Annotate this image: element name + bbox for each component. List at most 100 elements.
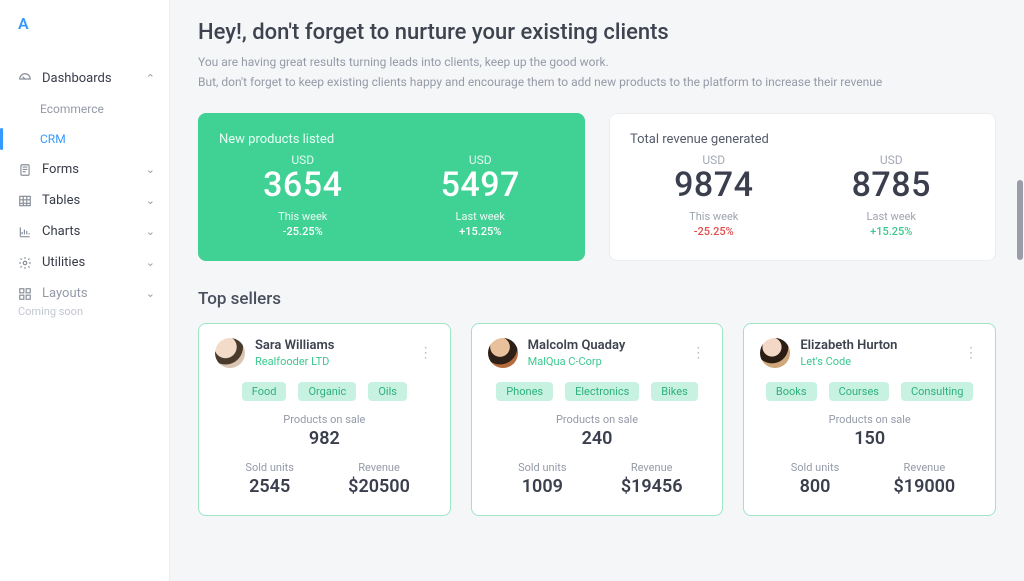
tag[interactable]: Oils: [368, 382, 407, 401]
seller-name: Elizabeth Hurton: [800, 338, 897, 353]
sidebar-sub-crm[interactable]: CRM: [0, 124, 169, 154]
form-icon: [18, 163, 32, 177]
metric-label: Sold units: [760, 461, 869, 474]
stats-row: New products listed USD 3654 This week -…: [198, 113, 996, 261]
stat-period: This week: [219, 210, 387, 223]
chevron-down-icon: ⌄: [146, 287, 155, 300]
stat-delta: -25.25%: [219, 225, 387, 238]
stat-delta: -25.25%: [630, 225, 798, 238]
seller-card: Sara Williams Realfooder LTD ⋮ Food Orga…: [198, 323, 451, 516]
gear-icon: [18, 256, 32, 270]
sidebar-item-dashboards[interactable]: Dashboards ⌃: [0, 63, 169, 94]
stat-value: 5497: [397, 167, 565, 204]
seller-org: Let's Code: [800, 355, 897, 368]
card-total-revenue: Total revenue generated USD 9874 This we…: [609, 113, 996, 261]
seller-card: Malcolm Quaday MalQua C-Corp ⋮ Phones El…: [471, 323, 724, 516]
metric-label: Revenue: [597, 461, 706, 474]
sidebar-item-layouts[interactable]: Layouts ⌄: [0, 278, 169, 309]
chart-icon: [18, 225, 32, 239]
scrollbar[interactable]: [1017, 180, 1023, 260]
metric-products: 150: [760, 428, 979, 449]
main-content: Hey!, don't forget to nurture your exist…: [170, 0, 1024, 581]
page-subhead-1: You are having great results turning lea…: [198, 53, 996, 71]
sidebar-item-label: Tables: [42, 193, 80, 208]
seller-tags: Phones Electronics Bikes: [488, 382, 707, 401]
seller-tags: Food Organic Oils: [215, 382, 434, 401]
sidebar-sub-ecommerce[interactable]: Ecommerce: [0, 94, 169, 124]
more-menu-icon[interactable]: ⋮: [691, 350, 706, 357]
seller-card: Elizabeth Hurton Let's Code ⋮ Books Cour…: [743, 323, 996, 516]
page-headline: Hey!, don't forget to nurture your exist…: [198, 20, 996, 45]
chevron-down-icon: ⌄: [146, 163, 155, 176]
metric-revenue: $19000: [870, 476, 979, 497]
stat-period: Last week: [808, 210, 976, 223]
tag[interactable]: Books: [766, 382, 817, 401]
top-sellers-row: Sara Williams Realfooder LTD ⋮ Food Orga…: [198, 323, 996, 516]
sidebar-sub-label: CRM: [40, 132, 66, 146]
sidebar-item-label: Utilities: [42, 255, 85, 270]
sidebar-item-charts[interactable]: Charts ⌄: [0, 216, 169, 247]
sidebar: A Dashboards ⌃ Ecommerce CRM Forms ⌄ Tab…: [0, 0, 170, 581]
metric-label: Products on sale: [760, 413, 979, 426]
metric-label: Revenue: [870, 461, 979, 474]
sidebar-item-label: Charts: [42, 224, 80, 239]
avatar: [488, 338, 518, 368]
tag[interactable]: Food: [242, 382, 287, 401]
tag[interactable]: Courses: [829, 382, 889, 401]
currency-label: USD: [397, 153, 565, 167]
more-menu-icon[interactable]: ⋮: [419, 350, 434, 357]
chevron-up-icon: ⌃: [146, 72, 155, 85]
metric-label: Sold units: [215, 461, 324, 474]
tag[interactable]: Bikes: [651, 382, 698, 401]
page-subhead-2: But, don't forget to keep existing clien…: [198, 73, 996, 91]
sidebar-item-utilities[interactable]: Utilities ⌄: [0, 247, 169, 278]
chevron-down-icon: ⌄: [146, 225, 155, 238]
tag[interactable]: Consulting: [901, 382, 973, 401]
metric-label: Revenue: [324, 461, 433, 474]
metric-revenue: $20500: [324, 476, 433, 497]
stat-delta: +15.25%: [397, 225, 565, 238]
metric-label: Sold units: [488, 461, 597, 474]
metric-revenue: $19456: [597, 476, 706, 497]
brand-logo: A: [0, 10, 169, 63]
metric-units: 1009: [488, 476, 597, 497]
stat-delta: +15.25%: [808, 225, 976, 238]
stat-value: 3654: [219, 167, 387, 204]
seller-name: Malcolm Quaday: [528, 338, 626, 353]
metric-label: Products on sale: [215, 413, 434, 426]
metric-units: 800: [760, 476, 869, 497]
table-icon: [18, 194, 32, 208]
chevron-down-icon: ⌄: [146, 194, 155, 207]
sidebar-item-label: Layouts: [42, 286, 88, 301]
tag[interactable]: Organic: [298, 382, 356, 401]
sidebar-sub-label: Ecommerce: [40, 102, 104, 116]
avatar: [215, 338, 245, 368]
metric-units: 2545: [215, 476, 324, 497]
stat-value: 9874: [630, 167, 798, 204]
currency-label: USD: [808, 153, 976, 167]
metric-label: Products on sale: [488, 413, 707, 426]
chevron-down-icon: ⌄: [146, 256, 155, 269]
avatar: [760, 338, 790, 368]
seller-tags: Books Courses Consulting: [760, 382, 979, 401]
section-title-top-sellers: Top sellers: [198, 289, 996, 309]
tag[interactable]: Phones: [496, 382, 553, 401]
tag[interactable]: Electronics: [565, 382, 639, 401]
sidebar-item-label: Forms: [42, 162, 79, 177]
card-title: New products listed: [219, 132, 387, 147]
gauge-icon: [18, 72, 32, 86]
seller-org: Realfooder LTD: [255, 355, 334, 368]
seller-name: Sara Williams: [255, 338, 334, 353]
stat-value: 8785: [808, 167, 976, 204]
stat-period: This week: [630, 210, 798, 223]
metric-products: 982: [215, 428, 434, 449]
sidebar-item-forms[interactable]: Forms ⌄: [0, 154, 169, 185]
seller-org: MalQua C-Corp: [528, 355, 626, 368]
currency-label: USD: [630, 153, 798, 167]
currency-label: USD: [219, 153, 387, 167]
sidebar-item-tables[interactable]: Tables ⌄: [0, 185, 169, 216]
metric-products: 240: [488, 428, 707, 449]
sidebar-item-label: Dashboards: [42, 71, 112, 86]
card-title: Total revenue generated: [630, 132, 798, 147]
more-menu-icon[interactable]: ⋮: [964, 350, 979, 357]
